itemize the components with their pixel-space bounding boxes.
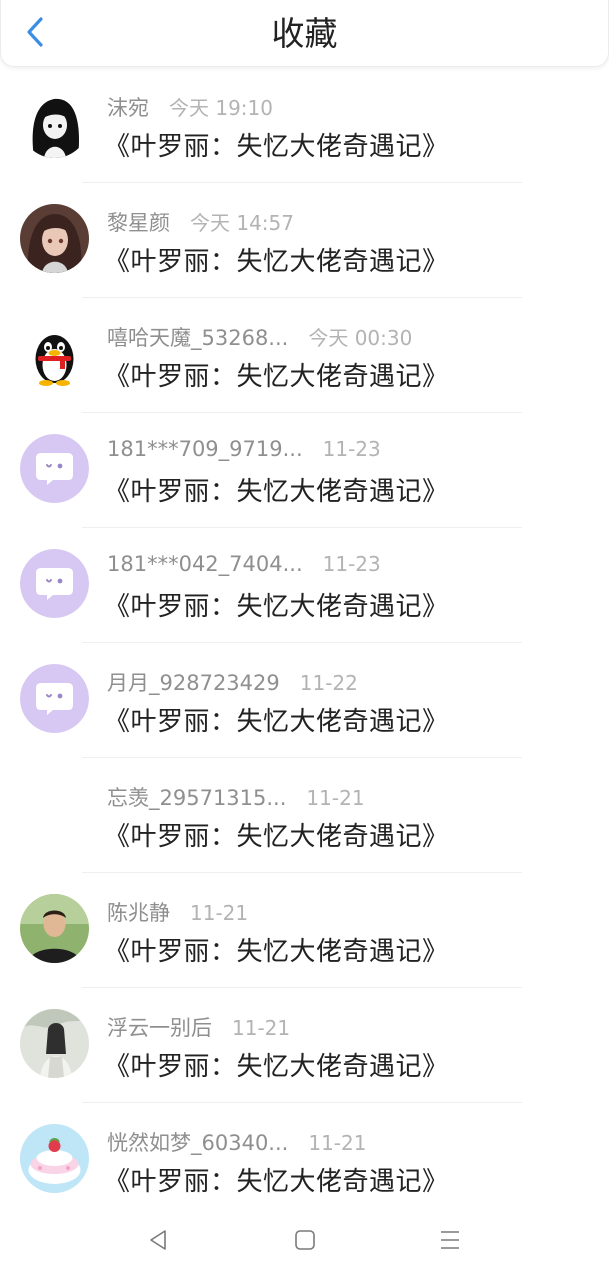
page-title: 收藏 [271, 14, 338, 53]
avatar [20, 894, 89, 963]
chat-bubble-avatar-icon [20, 434, 89, 503]
user-name: 忘羡_29571315... [107, 786, 287, 810]
person-photo-avatar-icon [20, 894, 89, 963]
list-item[interactable]: 沫宛 今天 19:10 《叶罗丽：失忆大佬奇遇记》 [0, 68, 609, 183]
nav-menu-button[interactable] [432, 1222, 468, 1258]
cake-illustration-avatar-icon [20, 1124, 89, 1193]
book-title: 《叶罗丽：失忆大佬奇遇记》 [104, 822, 449, 852]
user-name: 嘻哈天魔_53268... [107, 326, 289, 350]
book-title: 《叶罗丽：失忆大佬奇遇记》 [104, 1167, 449, 1197]
menu-lines-icon [441, 1231, 459, 1249]
user-name: 181***709_9719... [107, 437, 303, 461]
timestamp: 今天 14:57 [190, 211, 294, 235]
avatar [20, 434, 89, 503]
timestamp: 11-21 [232, 1016, 291, 1040]
anime-girl-avatar-icon [20, 204, 89, 273]
book-title: 《叶罗丽：失忆大佬奇遇记》 [104, 592, 449, 622]
list-item[interactable]: 嘻哈天魔_53268... 今天 00:30 《叶罗丽：失忆大佬奇遇记》 [0, 298, 609, 413]
timestamp: 11-22 [299, 671, 358, 695]
favorites-page: 收藏 沫宛 今天 19:10 《叶罗丽：失忆大佬奇遇记》 黎星颜 今天 14:5… [0, 0, 609, 1280]
book-title: 《叶罗丽：失忆大佬奇遇记》 [104, 937, 449, 967]
user-name: 181***042_7404... [107, 552, 303, 576]
list-item[interactable]: 181***709_9719... 11-23 《叶罗丽：失忆大佬奇遇记》 [0, 413, 609, 528]
avatar [20, 319, 89, 388]
nav-home-button[interactable] [287, 1222, 323, 1258]
list-item[interactable]: 181***042_7404... 11-23 《叶罗丽：失忆大佬奇遇记》 [0, 528, 609, 643]
timestamp: 11-21 [306, 786, 365, 810]
avatar [20, 1124, 89, 1193]
book-title: 《叶罗丽：失忆大佬奇遇记》 [104, 132, 449, 162]
anime-girl-avatar-icon [20, 89, 89, 158]
timestamp: 11-23 [322, 437, 381, 461]
nav-back-button[interactable] [140, 1222, 176, 1258]
triangle-back-icon [150, 1230, 166, 1250]
user-name: 陈兆静 [107, 901, 170, 925]
list-item[interactable]: 月月_928723429 11-22 《叶罗丽：失忆大佬奇遇记》 [0, 643, 609, 758]
avatar [20, 549, 89, 618]
user-name: 黎星颜 [107, 211, 170, 235]
ancient-figure-avatar-icon [20, 1009, 89, 1078]
user-name: 沫宛 [107, 96, 149, 120]
list-item[interactable]: 陈兆静 11-21 《叶罗丽：失忆大佬奇遇记》 [0, 873, 609, 988]
header-bar: 收藏 [0, 0, 609, 67]
timestamp: 今天 19:10 [169, 96, 273, 120]
book-title: 《叶罗丽：失忆大佬奇遇记》 [104, 707, 449, 737]
system-nav-bar [0, 1200, 609, 1280]
timestamp: 今天 00:30 [308, 326, 413, 350]
list-item[interactable]: 浮云一别后 11-21 《叶罗丽：失忆大佬奇遇记》 [0, 988, 609, 1103]
timestamp: 11-21 [308, 1131, 367, 1155]
book-title: 《叶罗丽：失忆大佬奇遇记》 [104, 477, 449, 507]
avatar [20, 204, 89, 273]
book-title: 《叶罗丽：失忆大佬奇遇记》 [104, 247, 449, 277]
avatar [20, 1009, 89, 1078]
avatar [20, 664, 89, 733]
favorites-list: 沫宛 今天 19:10 《叶罗丽：失忆大佬奇遇记》 黎星颜 今天 14:57 《… [0, 68, 609, 1218]
list-item[interactable]: 忘羡_29571315... 11-21 《叶罗丽：失忆大佬奇遇记》 [0, 758, 609, 873]
qq-penguin-icon [20, 319, 89, 388]
user-name: 恍然如梦_60340... [107, 1131, 289, 1155]
avatar [20, 89, 89, 158]
list-item[interactable]: 黎星颜 今天 14:57 《叶罗丽：失忆大佬奇遇记》 [0, 183, 609, 298]
book-title: 《叶罗丽：失忆大佬奇遇记》 [104, 362, 449, 392]
chat-bubble-avatar-icon [20, 549, 89, 618]
square-home-icon [295, 1230, 315, 1250]
user-name: 月月_928723429 [107, 671, 280, 695]
chat-bubble-avatar-icon [20, 664, 89, 733]
timestamp: 11-23 [322, 552, 381, 576]
book-title: 《叶罗丽：失忆大佬奇遇记》 [104, 1052, 449, 1082]
timestamp: 11-21 [190, 901, 249, 925]
user-name: 浮云一别后 [107, 1016, 212, 1040]
